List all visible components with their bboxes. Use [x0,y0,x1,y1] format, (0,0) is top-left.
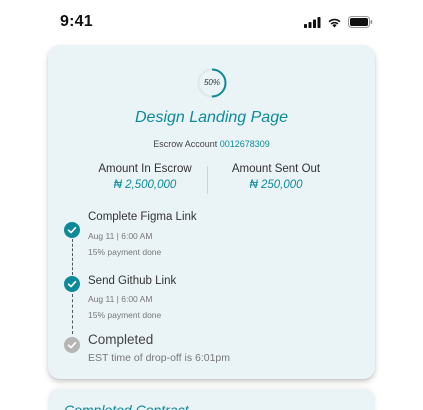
escrow-card[interactable]: 50% Design Landing Page Escrow Account 0… [48,45,375,379]
timeline-step-figma[interactable]: Complete Figma Link Aug 11 | 6:00 AM 15%… [64,211,354,275]
check-circle-icon [64,276,80,292]
completed-contract-title: Completed Contract [64,402,189,410]
amount-in-escrow: Amount In Escrow ₦ 2,500,000 [75,163,215,191]
step-date: Aug 11 | 6:00 AM [88,231,153,241]
timeline-step-completed[interactable]: Completed EST time of drop-off is 6:01pm [64,330,354,370]
step-title: Send Github Link [88,275,177,287]
step-note: 15% payment done [88,310,162,320]
step-title: Completed [88,332,154,347]
timeline-step-github[interactable]: Send Github Link Aug 11 | 6:00 AM 15% pa… [64,275,354,335]
project-title: Design Landing Page [134,109,288,126]
status-bar: 9:41 [0,0,423,44]
step-note: 15% payment done [88,247,162,257]
step-date: Aug 11 | 6:00 AM [88,294,153,304]
escrow-account-line: Escrow Account 0012678309 [48,139,375,149]
step-note: EST time of drop-off is 6:01pm [88,352,231,364]
status-time: 9:41 [60,13,93,30]
escrow-account-number[interactable]: 0012678309 [220,139,270,149]
step-title: Complete Figma Link [88,211,197,223]
amounts-row: Amount In Escrow ₦ 2,500,000 Amount Sent… [48,163,375,197]
escrow-account-label: Escrow Account [153,139,218,149]
battery-icon [348,16,373,28]
status-icons [304,16,373,28]
wifi-icon [328,18,341,27]
timeline-connector [71,239,73,275]
amount-in-escrow-label: Amount In Escrow [98,163,192,175]
cellular-signal-icon [304,16,321,28]
amount-sent-out: Amount Sent Out ₦ 250,000 [206,163,346,191]
timeline-connector [71,294,73,334]
amount-in-escrow-value: ₦ 2,500,000 [113,179,177,191]
progress-ring: 50% [196,67,228,99]
check-circle-icon [64,222,80,238]
amount-sent-out-value: ₦ 250,000 [249,179,303,191]
completed-contract-card[interactable]: Completed Contract [48,389,375,410]
amount-sent-out-label: Amount Sent Out [231,163,321,175]
progress-label: 50% [203,78,220,87]
check-circle-pending-icon [64,337,80,353]
